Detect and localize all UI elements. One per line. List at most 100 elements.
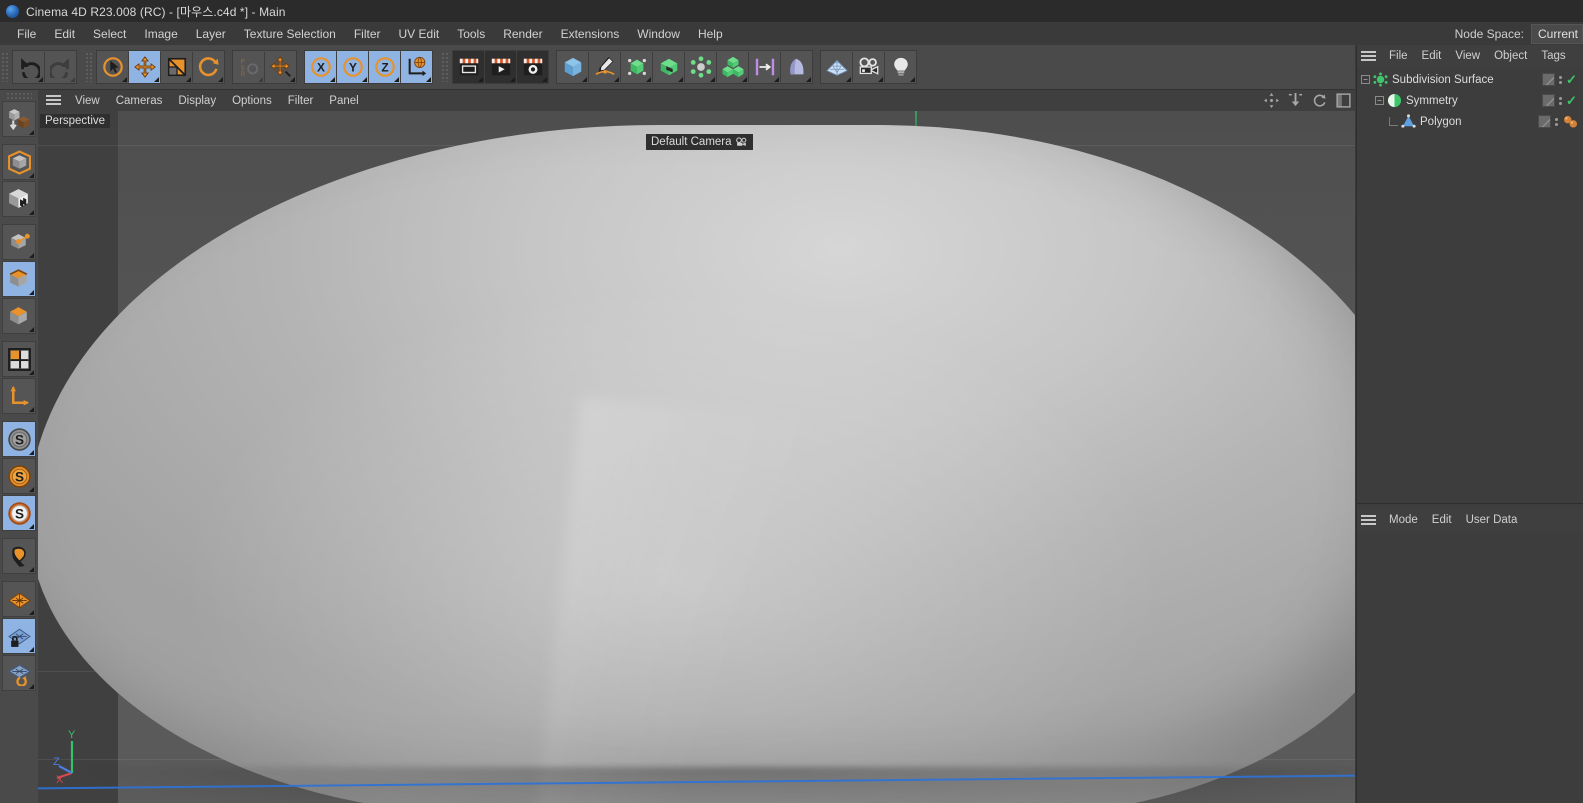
add-scene-object-button[interactable] xyxy=(749,51,780,83)
object-manager-row[interactable]: − Subdivision Surface ✓ xyxy=(1357,69,1583,90)
planar-workplane-button[interactable] xyxy=(2,655,36,691)
menu-texture-selection[interactable]: Texture Selection xyxy=(235,24,345,44)
lock-y-axis-button[interactable]: Y xyxy=(337,51,368,83)
vp-menu-cameras[interactable]: Cameras xyxy=(108,93,171,109)
menu-layer[interactable]: Layer xyxy=(187,24,235,44)
layer-swatch[interactable] xyxy=(1538,115,1551,128)
uv-polygon-icon xyxy=(7,347,32,372)
menu-file[interactable]: File xyxy=(8,24,45,44)
lock-x-axis-button[interactable]: X xyxy=(305,51,336,83)
render-queue-button[interactable] xyxy=(485,51,516,83)
render-settings-button[interactable] xyxy=(517,51,548,83)
expand-collapse-toggle[interactable]: − xyxy=(1375,96,1384,105)
lock-workplane-button[interactable] xyxy=(2,618,36,654)
visibility-dots[interactable] xyxy=(1559,96,1562,105)
am-menu-mode[interactable]: Mode xyxy=(1382,512,1425,528)
axis-move-button[interactable] xyxy=(265,51,296,83)
menu-edit[interactable]: Edit xyxy=(45,24,84,44)
object-manager-row[interactable]: Polygon xyxy=(1357,111,1583,132)
add-array-button[interactable] xyxy=(653,51,684,83)
viewport-3d-scene[interactable]: Perspective Default Camera Y X Z xyxy=(38,111,1355,803)
add-light-button[interactable] xyxy=(885,51,916,83)
menu-tools[interactable]: Tools xyxy=(448,24,494,44)
texture-mode-button[interactable] xyxy=(2,181,36,217)
am-menu-edit[interactable]: Edit xyxy=(1425,512,1459,528)
am-menu-user-data[interactable]: User Data xyxy=(1459,512,1525,528)
node-space-dropdown[interactable]: Current (St xyxy=(1531,23,1583,44)
vp-menu-filter[interactable]: Filter xyxy=(280,93,322,109)
render-view-button[interactable] xyxy=(453,51,484,83)
menu-help[interactable]: Help xyxy=(689,24,732,44)
menu-image[interactable]: Image xyxy=(135,24,186,44)
menu-select[interactable]: Select xyxy=(84,24,135,44)
edges-mode-button[interactable] xyxy=(2,261,36,297)
om-menu-file[interactable]: File xyxy=(1382,48,1415,64)
add-camera-button[interactable] xyxy=(853,51,884,83)
toolbar-grip[interactable] xyxy=(441,52,450,82)
vp-menu-display[interactable]: Display xyxy=(170,93,224,109)
menu-uv-edit[interactable]: UV Edit xyxy=(390,24,449,44)
add-deformer-button[interactable] xyxy=(685,51,716,83)
live-selection-tool[interactable] xyxy=(97,51,128,83)
add-cube-button[interactable] xyxy=(557,51,588,83)
vp-menu-panel[interactable]: Panel xyxy=(321,93,366,109)
axis-mode-button[interactable] xyxy=(2,378,36,414)
model-mode-button[interactable] xyxy=(2,144,36,180)
workplane-button[interactable] xyxy=(2,581,36,617)
viewport-hamburger-icon[interactable] xyxy=(46,95,61,106)
object-manager-tree[interactable]: − Subdivision Surface ✓ − Symmetry ✓ Polygon xyxy=(1357,67,1583,132)
attribute-manager-body[interactable] xyxy=(1357,531,1583,801)
green-open-cube-icon xyxy=(658,56,680,78)
vp-menu-options[interactable]: Options xyxy=(224,93,280,109)
uv-polygons-mode-button[interactable] xyxy=(2,341,36,377)
viewport-camera-label[interactable]: Default Camera xyxy=(646,134,753,150)
pan-view-icon[interactable] xyxy=(1264,93,1279,108)
layer-swatch[interactable] xyxy=(1542,94,1555,107)
maximize-view-icon[interactable] xyxy=(1336,93,1351,108)
snap-settings-button[interactable]: S xyxy=(2,495,36,531)
menu-window[interactable]: Window xyxy=(628,24,689,44)
zoom-view-icon[interactable] xyxy=(1288,93,1303,108)
left-palette-grip[interactable] xyxy=(6,92,32,99)
rotate-view-icon[interactable] xyxy=(1312,93,1327,108)
add-generator-button[interactable] xyxy=(621,51,652,83)
add-mograph-button[interactable] xyxy=(717,51,748,83)
undo-button[interactable] xyxy=(13,51,44,83)
add-spline-button[interactable] xyxy=(589,51,620,83)
add-bend-deformer-button[interactable] xyxy=(781,51,812,83)
om-menu-view[interactable]: View xyxy=(1448,48,1487,64)
lock-z-axis-button[interactable]: Z xyxy=(369,51,400,83)
object-manager-hamburger-icon[interactable] xyxy=(1361,50,1376,62)
toolbar-grip[interactable] xyxy=(1,52,10,82)
menu-render[interactable]: Render xyxy=(494,24,551,44)
vp-menu-view[interactable]: View xyxy=(67,93,108,109)
points-mode-button[interactable] xyxy=(2,224,36,260)
make-editable-button[interactable] xyxy=(2,101,36,137)
magnet-tool-button[interactable] xyxy=(2,538,36,574)
quantize-button[interactable]: S xyxy=(2,458,36,494)
om-menu-object[interactable]: Object xyxy=(1487,48,1534,64)
add-floor-button[interactable] xyxy=(821,51,852,83)
scale-tool[interactable] xyxy=(161,51,192,83)
enable-snap-button[interactable]: S xyxy=(2,421,36,457)
object-manager-row[interactable]: − Symmetry ✓ xyxy=(1357,90,1583,111)
om-menu-edit[interactable]: Edit xyxy=(1415,48,1449,64)
enabled-check-icon[interactable]: ✓ xyxy=(1566,73,1579,86)
subdivision-surface-icon xyxy=(1373,72,1388,87)
menu-filter[interactable]: Filter xyxy=(345,24,390,44)
layer-swatch[interactable] xyxy=(1542,73,1555,86)
rotate-tool[interactable] xyxy=(193,51,224,83)
expand-collapse-toggle[interactable]: − xyxy=(1361,75,1370,84)
enabled-check-icon[interactable]: ✓ xyxy=(1566,94,1579,107)
visibility-dots[interactable] xyxy=(1555,117,1558,126)
mouse-model-mesh[interactable] xyxy=(38,125,1355,803)
move-tool[interactable] xyxy=(129,51,160,83)
om-menu-tags[interactable]: Tags xyxy=(1534,48,1572,64)
phong-tag-icon[interactable] xyxy=(1562,115,1579,128)
attribute-manager-hamburger-icon[interactable] xyxy=(1361,514,1376,526)
visibility-dots[interactable] xyxy=(1559,75,1562,84)
polygons-mode-button[interactable] xyxy=(2,298,36,334)
toolbar-grip[interactable] xyxy=(85,52,94,82)
menu-extensions[interactable]: Extensions xyxy=(552,24,629,44)
world-coordinates-button[interactable] xyxy=(401,51,432,83)
